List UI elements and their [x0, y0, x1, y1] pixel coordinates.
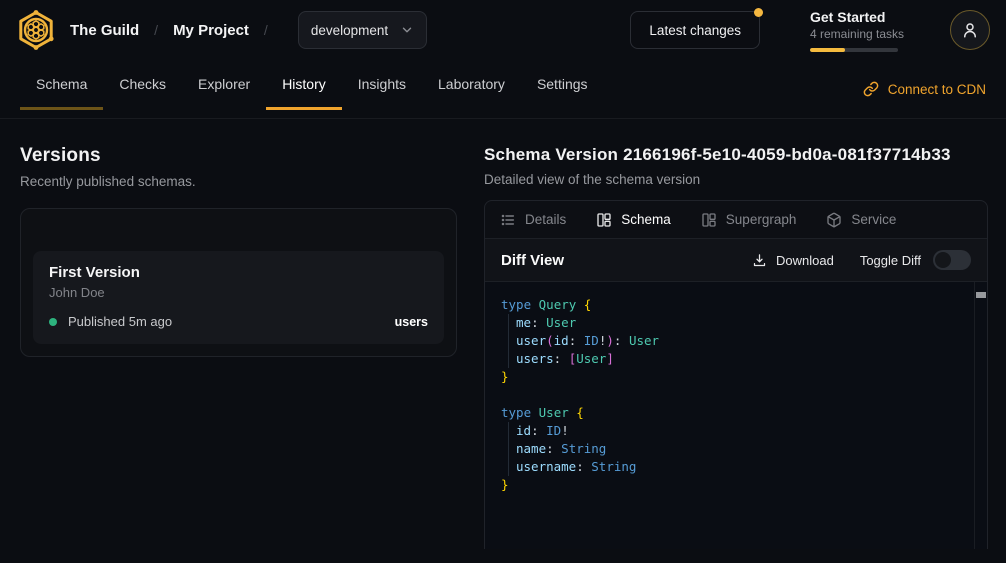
published-status-dot	[49, 318, 57, 326]
tab-label: Checks	[119, 76, 166, 92]
connect-to-cdn-button[interactable]: Connect to CDN	[863, 81, 986, 97]
target-select-value: development	[311, 23, 388, 38]
schema-code-area: type Query {me: Useruser(id: ID!): Useru…	[485, 282, 987, 549]
cube-icon	[826, 212, 842, 228]
tab-laboratory[interactable]: Laboratory	[422, 60, 521, 110]
get-started-progress-track	[810, 48, 898, 52]
connect-to-cdn-label: Connect to CDN	[888, 82, 986, 97]
detail-tab-supergraph[interactable]: Supergraph	[701, 212, 797, 228]
diff-view-header: Diff View Download Toggle Diff	[485, 239, 987, 282]
tab-label: Insights	[358, 76, 406, 92]
version-status: Published 5m ago	[68, 314, 172, 329]
schema-version-panel: Schema Version 2166196f-5e10-4059-bd0a-0…	[484, 145, 988, 563]
toggle-knob	[935, 252, 951, 268]
breadcrumb-project[interactable]: My Project	[173, 22, 249, 39]
nav-spacer	[604, 60, 863, 118]
breadcrumb-separator: /	[154, 22, 158, 38]
tab-insights[interactable]: Insights	[342, 60, 422, 110]
code-scrollbar-thumb[interactable]	[976, 292, 986, 298]
panels-icon	[596, 212, 612, 228]
user-icon	[961, 21, 979, 39]
target-select[interactable]: development	[298, 11, 427, 49]
versions-list-card: First Version John Doe Published 5m ago …	[20, 208, 457, 357]
link-icon	[863, 81, 879, 97]
tab-label: Explorer	[198, 76, 250, 92]
latest-changes-label: Latest changes	[649, 23, 741, 38]
get-started-widget[interactable]: Get Started 4 remaining tasks	[810, 9, 904, 52]
detail-tab-label: Supergraph	[726, 212, 797, 227]
latest-changes-button[interactable]: Latest changes	[630, 11, 760, 49]
version-service-badge: users	[395, 315, 428, 329]
tab-schema[interactable]: Schema	[20, 60, 103, 110]
detail-tab-label: Details	[525, 212, 566, 227]
detail-tab-label: Service	[851, 212, 896, 227]
tab-history[interactable]: History	[266, 60, 342, 110]
tab-label: History	[282, 76, 326, 92]
tab-settings[interactable]: Settings	[521, 60, 604, 110]
notification-dot	[754, 8, 763, 17]
schema-version-detail-card: Details Schema	[484, 200, 988, 549]
version-meta-row: Published 5m ago users	[49, 314, 428, 329]
version-author: John Doe	[49, 285, 428, 300]
list-icon	[500, 212, 516, 228]
top-header: The Guild / My Project / development Lat…	[0, 0, 1006, 60]
versions-title: Versions	[20, 145, 457, 167]
schema-version-subtitle: Detailed view of the schema version	[484, 172, 988, 187]
detail-tab-schema[interactable]: Schema	[596, 212, 671, 228]
diff-view-title: Diff View	[501, 252, 564, 269]
code-block: type Query {me: Useruser(id: ID!): Useru…	[501, 296, 967, 494]
versions-panel: Versions Recently published schemas. Fir…	[20, 145, 457, 563]
toggle-diff-switch[interactable]	[933, 250, 971, 270]
breadcrumb-org[interactable]: The Guild	[70, 22, 139, 39]
schema-version-title: Schema Version 2166196f-5e10-4059-bd0a-0…	[484, 145, 988, 165]
download-label: Download	[776, 253, 834, 268]
breadcrumb-separator: /	[264, 22, 268, 38]
hive-logo-icon[interactable]	[16, 10, 56, 50]
version-list-item[interactable]: First Version John Doe Published 5m ago …	[33, 251, 444, 344]
content-area: Versions Recently published schemas. Fir…	[0, 119, 1006, 563]
tab-label: Settings	[537, 76, 588, 92]
get-started-subtitle: 4 remaining tasks	[810, 27, 904, 41]
toggle-diff-label: Toggle Diff	[860, 253, 921, 268]
version-name: First Version	[49, 264, 428, 281]
download-icon	[752, 253, 767, 268]
tab-label: Schema	[36, 76, 87, 92]
panels-icon	[701, 212, 717, 228]
download-button[interactable]: Download	[752, 253, 834, 268]
tab-explorer[interactable]: Explorer	[182, 60, 266, 110]
tab-checks[interactable]: Checks	[103, 60, 182, 110]
main-nav: Schema Checks Explorer History Insights …	[0, 60, 1006, 119]
get-started-title: Get Started	[810, 9, 904, 25]
user-avatar[interactable]	[950, 10, 990, 50]
versions-subtitle: Recently published schemas.	[20, 174, 457, 189]
detail-tab-label: Schema	[621, 212, 671, 227]
detail-tab-service[interactable]: Service	[826, 212, 896, 228]
chevron-down-icon	[400, 23, 414, 37]
tab-label: Laboratory	[438, 76, 505, 92]
get-started-progress-fill	[810, 48, 845, 52]
detail-tab-details[interactable]: Details	[500, 212, 566, 228]
detail-tabs: Details Schema	[485, 201, 987, 239]
code-scrollbar	[974, 282, 987, 549]
